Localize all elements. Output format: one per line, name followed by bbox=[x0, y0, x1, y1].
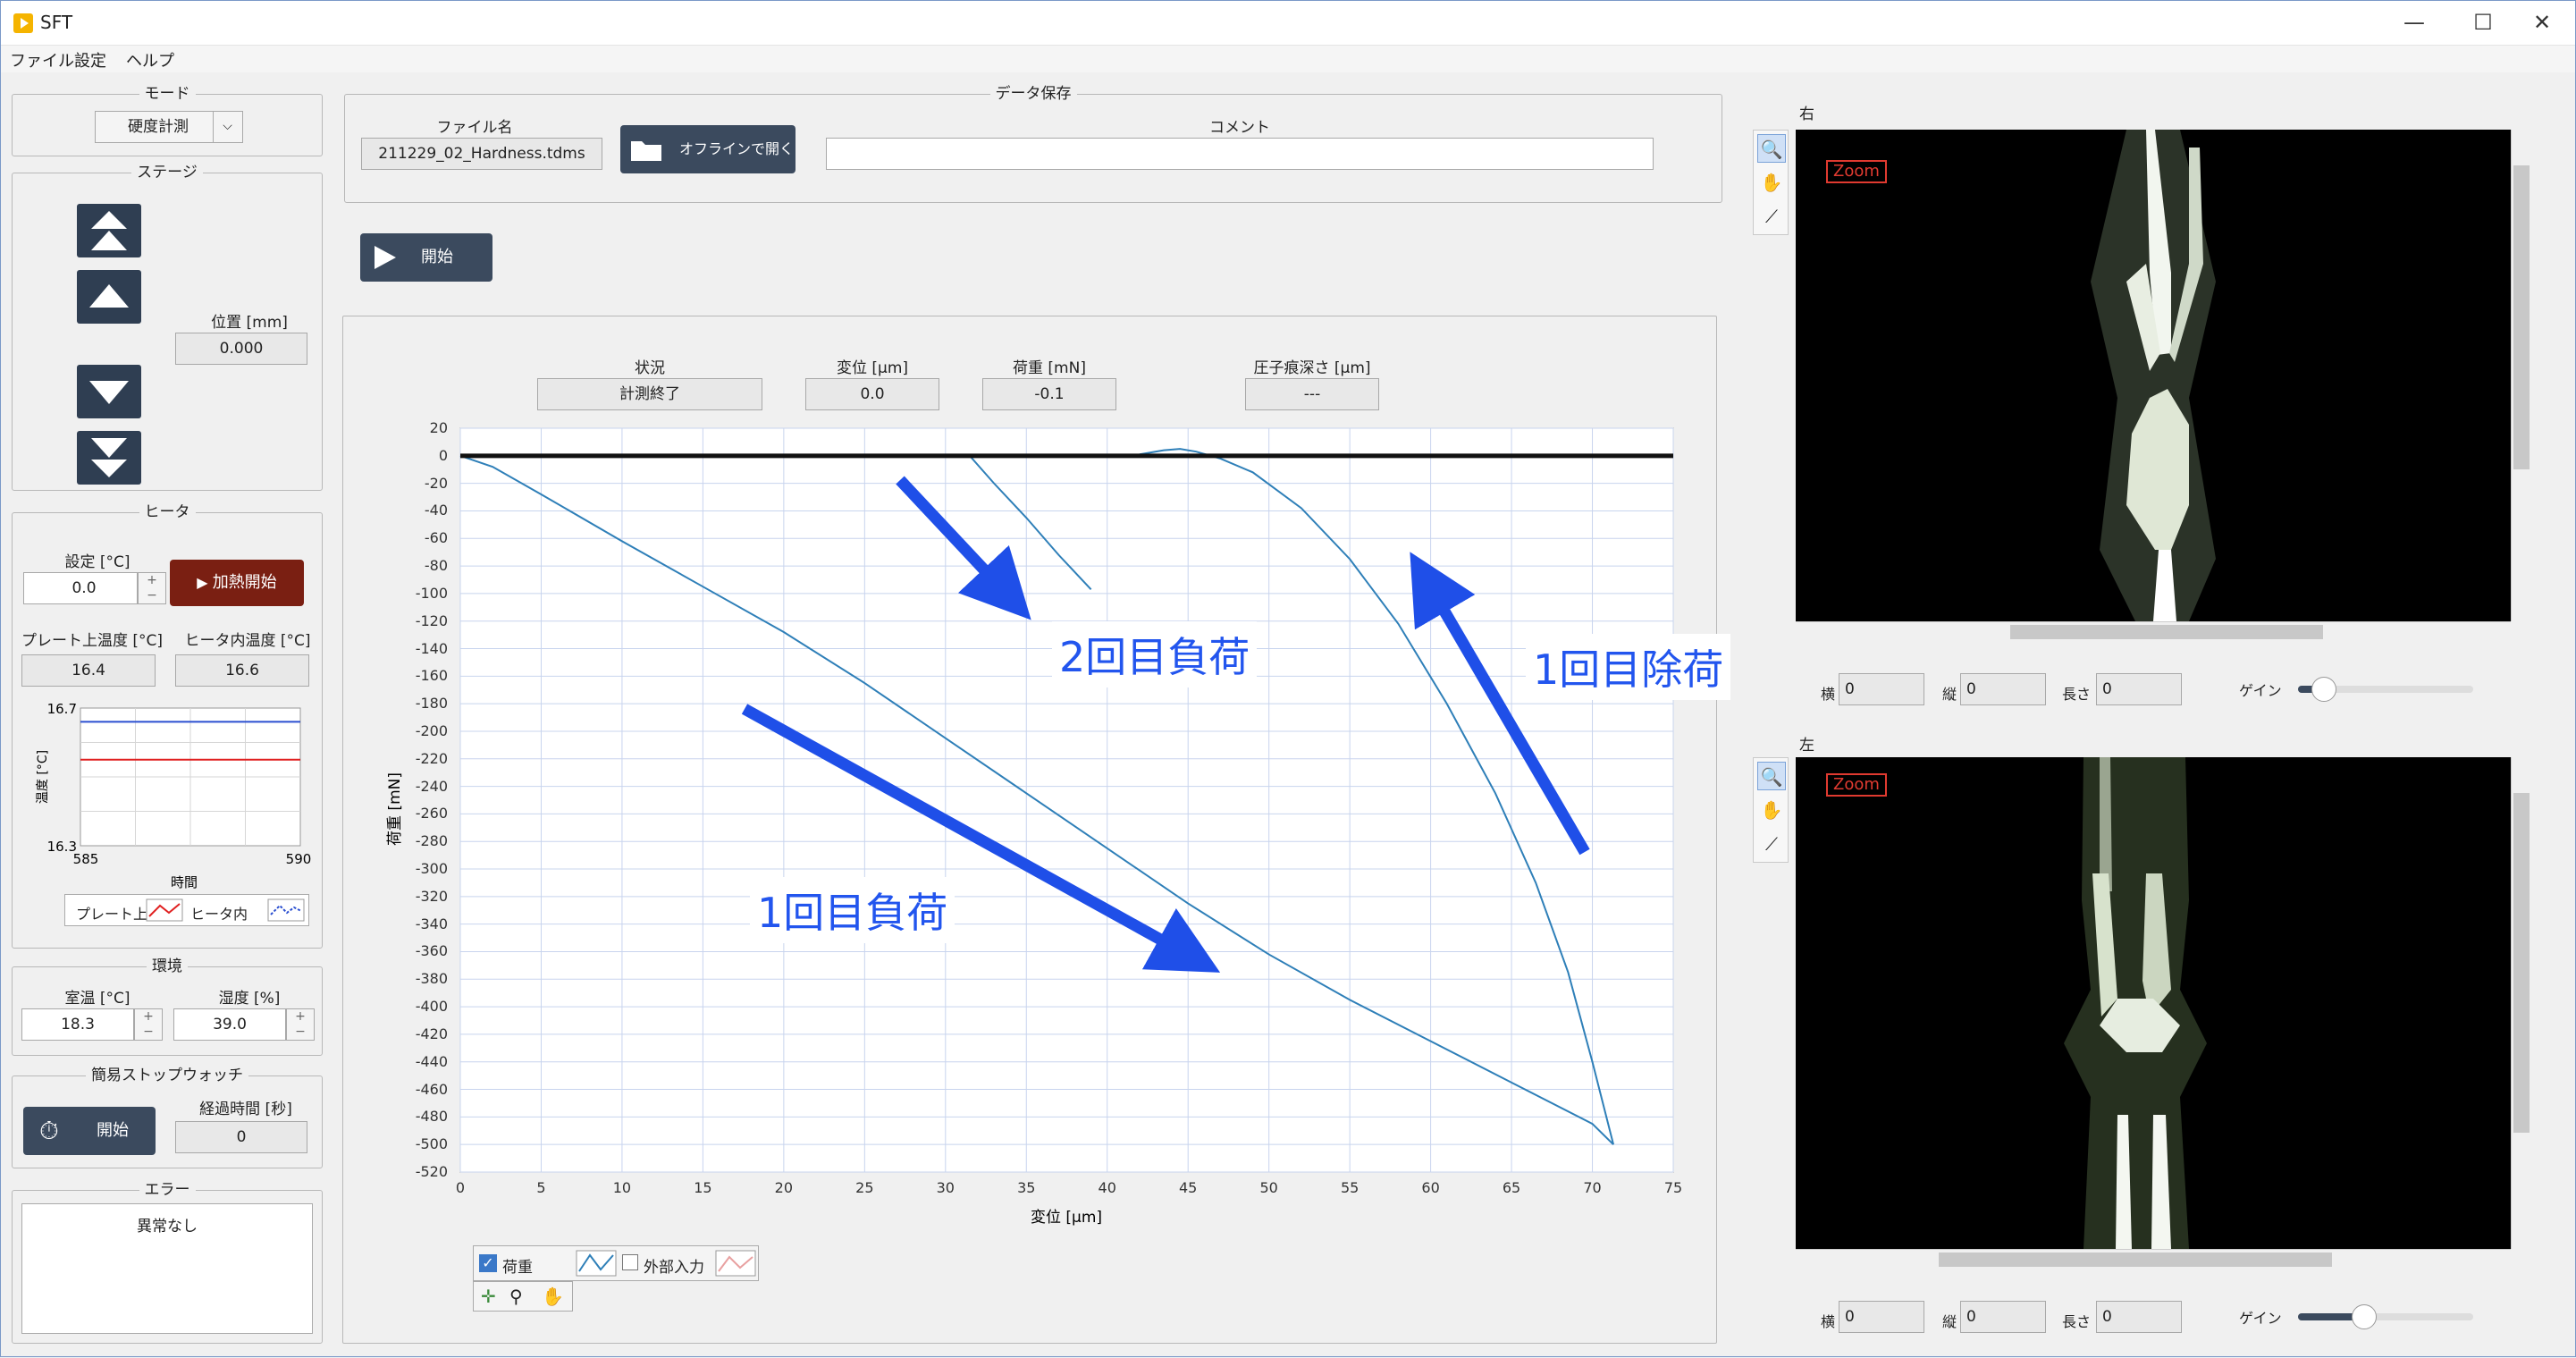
camera-left-tools: 🔍 ✋ ⟋ bbox=[1753, 757, 1789, 863]
annotation-load1: 1回目負荷 bbox=[750, 877, 955, 943]
plot-area bbox=[459, 427, 1674, 1173]
y-tick-label: -420 bbox=[415, 1025, 448, 1042]
y-tick-label: -440 bbox=[415, 1052, 448, 1070]
x-tick-label: 65 bbox=[1502, 1179, 1521, 1196]
y-tick-label: -160 bbox=[415, 667, 448, 685]
y-tick-label: -200 bbox=[415, 721, 448, 739]
x-tick-label: 20 bbox=[774, 1179, 794, 1196]
y-tick-label: 20 bbox=[429, 419, 448, 436]
y-tick-label: -180 bbox=[415, 695, 448, 713]
camera-left-gain-label: ゲイン bbox=[2239, 1310, 2282, 1327]
camera-left-v-label: 縦 bbox=[1942, 1313, 1957, 1330]
camera-right-vscroll[interactable] bbox=[2511, 130, 2532, 621]
annotation-unload1: 1回目除荷 bbox=[1526, 634, 1731, 700]
camera-left-title: 左 bbox=[1799, 737, 1814, 755]
camera-right-view[interactable]: Zoom bbox=[1796, 130, 2511, 621]
y-tick-label: -380 bbox=[415, 970, 448, 988]
y-tick-label: -140 bbox=[415, 639, 448, 657]
camera-left-h-value: 0 bbox=[1839, 1301, 1924, 1333]
crosshair-icon[interactable]: ✛ bbox=[481, 1286, 496, 1307]
y-tick-label: -340 bbox=[415, 915, 448, 932]
camera-left-hscroll[interactable] bbox=[1796, 1249, 2511, 1270]
y-tick-label: -500 bbox=[415, 1135, 448, 1153]
camera-left-zoom-tag: Zoom bbox=[1826, 773, 1887, 797]
camera-left-image bbox=[2064, 757, 2207, 1249]
y-tick-label: -460 bbox=[415, 1080, 448, 1098]
legend-ext-line-icon bbox=[715, 1250, 756, 1277]
y-tick-label: -280 bbox=[415, 832, 448, 850]
hand-icon[interactable]: ✋ bbox=[1757, 168, 1786, 197]
camera-right-v-label: 縦 bbox=[1942, 686, 1957, 703]
camera-left-vscroll[interactable] bbox=[2511, 757, 2532, 1249]
y-tick-label: -20 bbox=[424, 474, 448, 492]
x-tick-label: 30 bbox=[936, 1179, 955, 1196]
y-tick-label: -400 bbox=[415, 998, 448, 1016]
pan-hand-icon[interactable]: ✋ bbox=[542, 1286, 564, 1307]
y-tick-label: -240 bbox=[415, 777, 448, 795]
camera-left-v-value: 0 bbox=[1960, 1301, 2046, 1333]
zoom-tool-icon[interactable]: ⚲ bbox=[509, 1286, 523, 1307]
x-tick-label: 55 bbox=[1340, 1179, 1360, 1196]
x-axis-label: 変位 [µm] bbox=[1031, 1209, 1102, 1227]
camera-right-gain-slider[interactable] bbox=[2298, 677, 2473, 702]
legend-load-checkbox[interactable]: ✓ bbox=[479, 1254, 497, 1272]
camera-right-v-value: 0 bbox=[1960, 673, 2046, 705]
camera-right-h-label: 横 bbox=[1821, 686, 1836, 703]
x-tick-label: 60 bbox=[1421, 1179, 1440, 1196]
camera-right-h-value: 0 bbox=[1839, 673, 1924, 705]
legend-ext-label: 外部入力 bbox=[644, 1259, 704, 1277]
camera-left-h-label: 横 bbox=[1821, 1313, 1836, 1330]
magnifier-icon[interactable]: 🔍 bbox=[1757, 134, 1786, 163]
y-tick-label: -300 bbox=[415, 860, 448, 878]
x-tick-label: 15 bbox=[694, 1179, 712, 1196]
camera-right-title: 右 bbox=[1799, 105, 1814, 123]
x-tick-label: 35 bbox=[1017, 1179, 1036, 1196]
y-tick-label: -520 bbox=[415, 1163, 448, 1180]
chart-legend: ✓ 荷重 外部入力 bbox=[473, 1245, 759, 1281]
app-window: SFT — ☐ ✕ ファイル 設定 ヘルプ モード 硬度計測 ⌵ ステージ 位置… bbox=[0, 0, 2576, 1357]
magnifier-icon[interactable]: 🔍 bbox=[1757, 762, 1786, 790]
camera-right-hscroll[interactable] bbox=[1796, 621, 2511, 643]
x-tick-label: 10 bbox=[612, 1179, 632, 1196]
measure-line-icon[interactable]: ⟋ bbox=[1757, 202, 1786, 231]
x-tick-label: 5 bbox=[536, 1179, 546, 1196]
camera-right-len-value: 0 bbox=[2096, 673, 2182, 705]
chart-tools: ✛ ⚲ ✋ bbox=[473, 1281, 573, 1312]
y-tick-label: -80 bbox=[424, 557, 448, 575]
camera-right-zoom-tag: Zoom bbox=[1826, 160, 1887, 183]
x-tick-label: 0 bbox=[455, 1179, 466, 1196]
y-tick-label: -40 bbox=[424, 502, 448, 519]
legend-load-label: 荷重 bbox=[502, 1259, 533, 1277]
y-tick-label: -260 bbox=[415, 805, 448, 822]
camera-left-len-label: 長さ bbox=[2062, 1313, 2092, 1330]
camera-right-image bbox=[2091, 130, 2216, 621]
x-tick-label: 75 bbox=[1663, 1179, 1683, 1196]
y-tick-label: -320 bbox=[415, 887, 448, 905]
legend-load-line-icon bbox=[576, 1250, 617, 1277]
camera-left-gain-slider[interactable] bbox=[2298, 1304, 2473, 1329]
camera-right-tools: 🔍 ✋ ⟋ bbox=[1753, 130, 1789, 235]
y-tick-label: -480 bbox=[415, 1108, 448, 1126]
camera-right-gain-label: ゲイン bbox=[2239, 682, 2282, 699]
x-tick-label: 45 bbox=[1179, 1179, 1198, 1196]
camera-left-len-value: 0 bbox=[2096, 1301, 2182, 1333]
y-tick-label: -120 bbox=[415, 612, 448, 629]
hand-icon[interactable]: ✋ bbox=[1757, 796, 1786, 824]
measure-line-icon[interactable]: ⟋ bbox=[1757, 830, 1786, 858]
y-tick-label: -100 bbox=[415, 584, 448, 602]
legend-ext-checkbox[interactable] bbox=[622, 1254, 638, 1270]
x-tick-label: 40 bbox=[1098, 1179, 1116, 1196]
y-tick-label: -360 bbox=[415, 942, 448, 960]
y-tick-label: -60 bbox=[424, 529, 448, 547]
annotation-load2: 2回目負荷 bbox=[1052, 621, 1258, 687]
x-tick-label: 50 bbox=[1259, 1179, 1278, 1196]
x-tick-label: 70 bbox=[1583, 1179, 1602, 1196]
x-tick-label: 25 bbox=[855, 1179, 874, 1196]
y-tick-label: -220 bbox=[415, 749, 448, 767]
y-tick-label: 0 bbox=[438, 446, 448, 464]
camera-right-len-label: 長さ bbox=[2062, 686, 2092, 703]
camera-left-view[interactable]: Zoom bbox=[1796, 757, 2511, 1249]
